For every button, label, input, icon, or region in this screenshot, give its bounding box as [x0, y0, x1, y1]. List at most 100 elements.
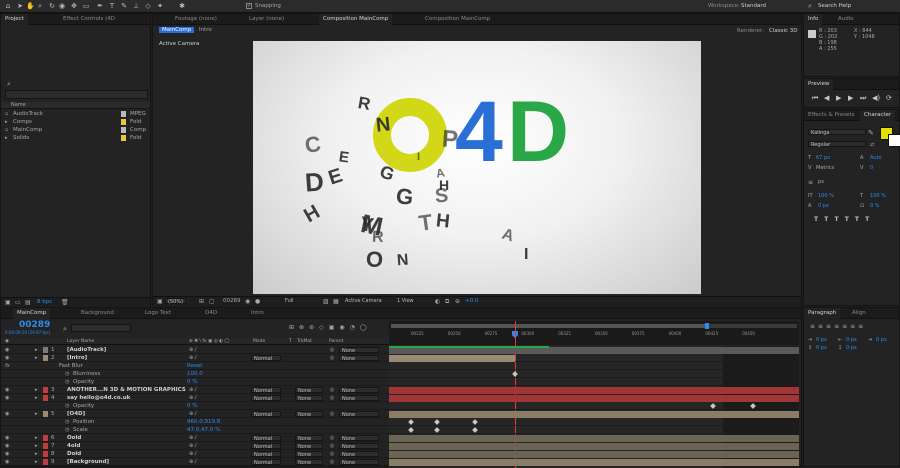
- layer-row[interactable]: ◉ ▸ 7 4old ⊕ / Normal None ◎ None: [1, 442, 389, 450]
- mask-icon[interactable]: ▢: [209, 298, 215, 305]
- effect-reset-link[interactable]: Reset: [187, 362, 202, 370]
- visibility-eye-icon[interactable]: ◉: [5, 346, 9, 354]
- layer-name[interactable]: ANOTHER...N 3D & MOTION GRAPHICS: [67, 386, 186, 394]
- expand-triangle-icon[interactable]: ▸: [35, 386, 38, 394]
- breadcrumb-intro[interactable]: Intro: [196, 27, 215, 33]
- parent-select[interactable]: None: [339, 387, 379, 394]
- project-item[interactable]: ▸ Solids Fold: [1, 134, 150, 142]
- composition-canvas[interactable]: 4 D CRNPEGIDEAGHSMOTHNRIHAY: [253, 41, 701, 294]
- eraser-tool-icon[interactable]: ◇: [144, 2, 152, 10]
- expand-triangle-icon[interactable]: ▸: [35, 354, 38, 362]
- parent-pickwhip-icon[interactable]: ◎: [330, 442, 334, 450]
- track-row[interactable]: [389, 426, 799, 434]
- layer-switches[interactable]: ⊕ /: [189, 458, 196, 466]
- layer-name[interactable]: [AudioTrack]: [67, 346, 106, 354]
- font-style-select[interactable]: Regular: [808, 141, 866, 148]
- hand-tool-icon[interactable]: ✋: [26, 2, 35, 10]
- timeline-tab[interactable]: Logo Text: [141, 308, 175, 319]
- blend-mode-select[interactable]: Normal: [251, 387, 281, 394]
- roto-tool-icon[interactable]: ✦: [156, 2, 164, 10]
- views-select[interactable]: 1 View: [395, 298, 416, 304]
- layer-row[interactable]: ◉ ▸ 1 [AudioTrack] ⊕ / ◎ None: [1, 346, 389, 354]
- expand-triangle-icon[interactable]: ▸: [35, 434, 38, 442]
- parent-pickwhip-icon[interactable]: ◎: [330, 354, 334, 362]
- blend-mode-select[interactable]: Normal: [251, 459, 281, 466]
- indent-left-value[interactable]: 0 px: [816, 337, 827, 343]
- layer-duration-bar[interactable]: [389, 410, 799, 418]
- layer-label-color[interactable]: [43, 451, 48, 457]
- renderer-value[interactable]: Classic 3D: [769, 28, 798, 34]
- stopwatch-icon[interactable]: ◷: [65, 370, 69, 378]
- font-family-select[interactable]: Kalinga: [808, 129, 866, 136]
- layer-duration-bar[interactable]: [389, 354, 515, 362]
- tab-layer[interactable]: Layer (none): [245, 14, 288, 25]
- property-row[interactable]: fx Fast Blur Reset: [1, 362, 389, 370]
- tab-audio[interactable]: Audio: [834, 14, 858, 25]
- tab-info[interactable]: Info: [804, 14, 823, 25]
- track-area[interactable]: [389, 321, 799, 468]
- timeline-tab[interactable]: MainComp: [13, 308, 51, 319]
- parent-pickwhip-icon[interactable]: ◎: [330, 386, 334, 394]
- project-search-input[interactable]: [5, 90, 148, 99]
- keyframe[interactable]: [408, 419, 414, 425]
- layer-row[interactable]: ◉ ▸ 5 [O4D] ⊕ / Normal None ◎ None: [1, 410, 389, 418]
- layer-label-color[interactable]: [43, 443, 48, 449]
- audio-icon[interactable]: ◀): [872, 94, 880, 102]
- tab-align[interactable]: Align: [848, 308, 870, 319]
- track-row[interactable]: [389, 378, 799, 386]
- track-matte-select[interactable]: None: [295, 387, 323, 394]
- work-area-bar[interactable]: [391, 323, 797, 329]
- timecode[interactable]: 00289: [19, 320, 50, 330]
- layer-row[interactable]: ◉ ▸ 8 Dold ⊕ / Normal None ◎ None: [1, 450, 389, 458]
- interpret-footage-icon[interactable]: ▣: [5, 299, 11, 306]
- parent-pickwhip-icon[interactable]: ◎: [330, 458, 334, 466]
- camera-tool-icon[interactable]: ◉: [58, 2, 66, 10]
- layer-row[interactable]: ◉ ▸ 2 [Intro] ⊕ / Normal ◎ None: [1, 354, 389, 362]
- parent-pickwhip-icon[interactable]: ◎: [330, 434, 334, 442]
- track-row[interactable]: [389, 346, 799, 354]
- property-value[interactable]: 960.0,919.8: [187, 418, 220, 426]
- layer-label-color[interactable]: [43, 347, 48, 353]
- keyframe[interactable]: [472, 427, 478, 433]
- stroke-unit[interactable]: px: [818, 179, 824, 185]
- vertical-scale-value[interactable]: 100 %: [818, 193, 834, 199]
- layer-duration-bar[interactable]: [389, 434, 799, 442]
- workspace-select[interactable]: Standard: [741, 3, 766, 9]
- expand-triangle-icon[interactable]: ▸: [35, 346, 38, 354]
- timeline-tab[interactable]: Background: [77, 308, 118, 319]
- project-item[interactable]: ▸ Comps Fold: [1, 118, 150, 126]
- space-after-value[interactable]: 0 px: [846, 345, 857, 351]
- grid-icon[interactable]: ⊞: [199, 298, 204, 305]
- keyframe[interactable]: [750, 403, 756, 409]
- type-tool-icon[interactable]: T: [108, 2, 116, 10]
- new-folder-icon[interactable]: ▭: [15, 299, 21, 306]
- layer-switches[interactable]: ⊕ /: [189, 394, 196, 402]
- horizontal-scale-value[interactable]: 100 %: [870, 193, 886, 199]
- layer-name[interactable]: [Background]: [67, 458, 109, 466]
- property-row[interactable]: ◷ Opacity 0 %: [1, 402, 389, 410]
- expand-triangle-icon[interactable]: ▸: [35, 410, 38, 418]
- label-color-swatch[interactable]: [121, 135, 126, 141]
- tab-preview[interactable]: Preview: [804, 79, 834, 90]
- text-style-buttons[interactable]: TTTTTT: [814, 216, 875, 223]
- property-row[interactable]: ◷ Position 960.0,919.8: [1, 418, 389, 426]
- visibility-eye-icon[interactable]: ◉: [5, 434, 9, 442]
- snapshot-icon[interactable]: ◉: [245, 298, 250, 305]
- leading-value[interactable]: Auto: [870, 155, 882, 161]
- visibility-eye-icon[interactable]: ◉: [5, 354, 9, 362]
- layer-name[interactable]: Dold: [67, 450, 81, 458]
- stopwatch-icon[interactable]: ◷: [65, 426, 69, 434]
- keyframe[interactable]: [710, 403, 716, 409]
- layer-name[interactable]: [Intro]: [67, 354, 87, 362]
- next-frame-icon[interactable]: ▶: [848, 94, 853, 102]
- col-mode[interactable]: Mode: [253, 338, 265, 345]
- layer-name[interactable]: 4old: [67, 442, 80, 450]
- col-parent[interactable]: Parent: [329, 338, 343, 345]
- layer-label-color[interactable]: [43, 355, 48, 361]
- layer-row[interactable]: ◉ ▸ 3 ANOTHER...N 3D & MOTION GRAPHICS ⊕ / No…: [1, 386, 389, 394]
- track-matte-select[interactable]: None: [295, 435, 323, 442]
- track-row[interactable]: [389, 418, 799, 426]
- effect-icon[interactable]: fx: [5, 362, 10, 370]
- parent-select[interactable]: None: [339, 435, 379, 442]
- time-ruler[interactable]: 00225 00250 00275 00300 00325 00350 00375 00400…: [389, 321, 799, 345]
